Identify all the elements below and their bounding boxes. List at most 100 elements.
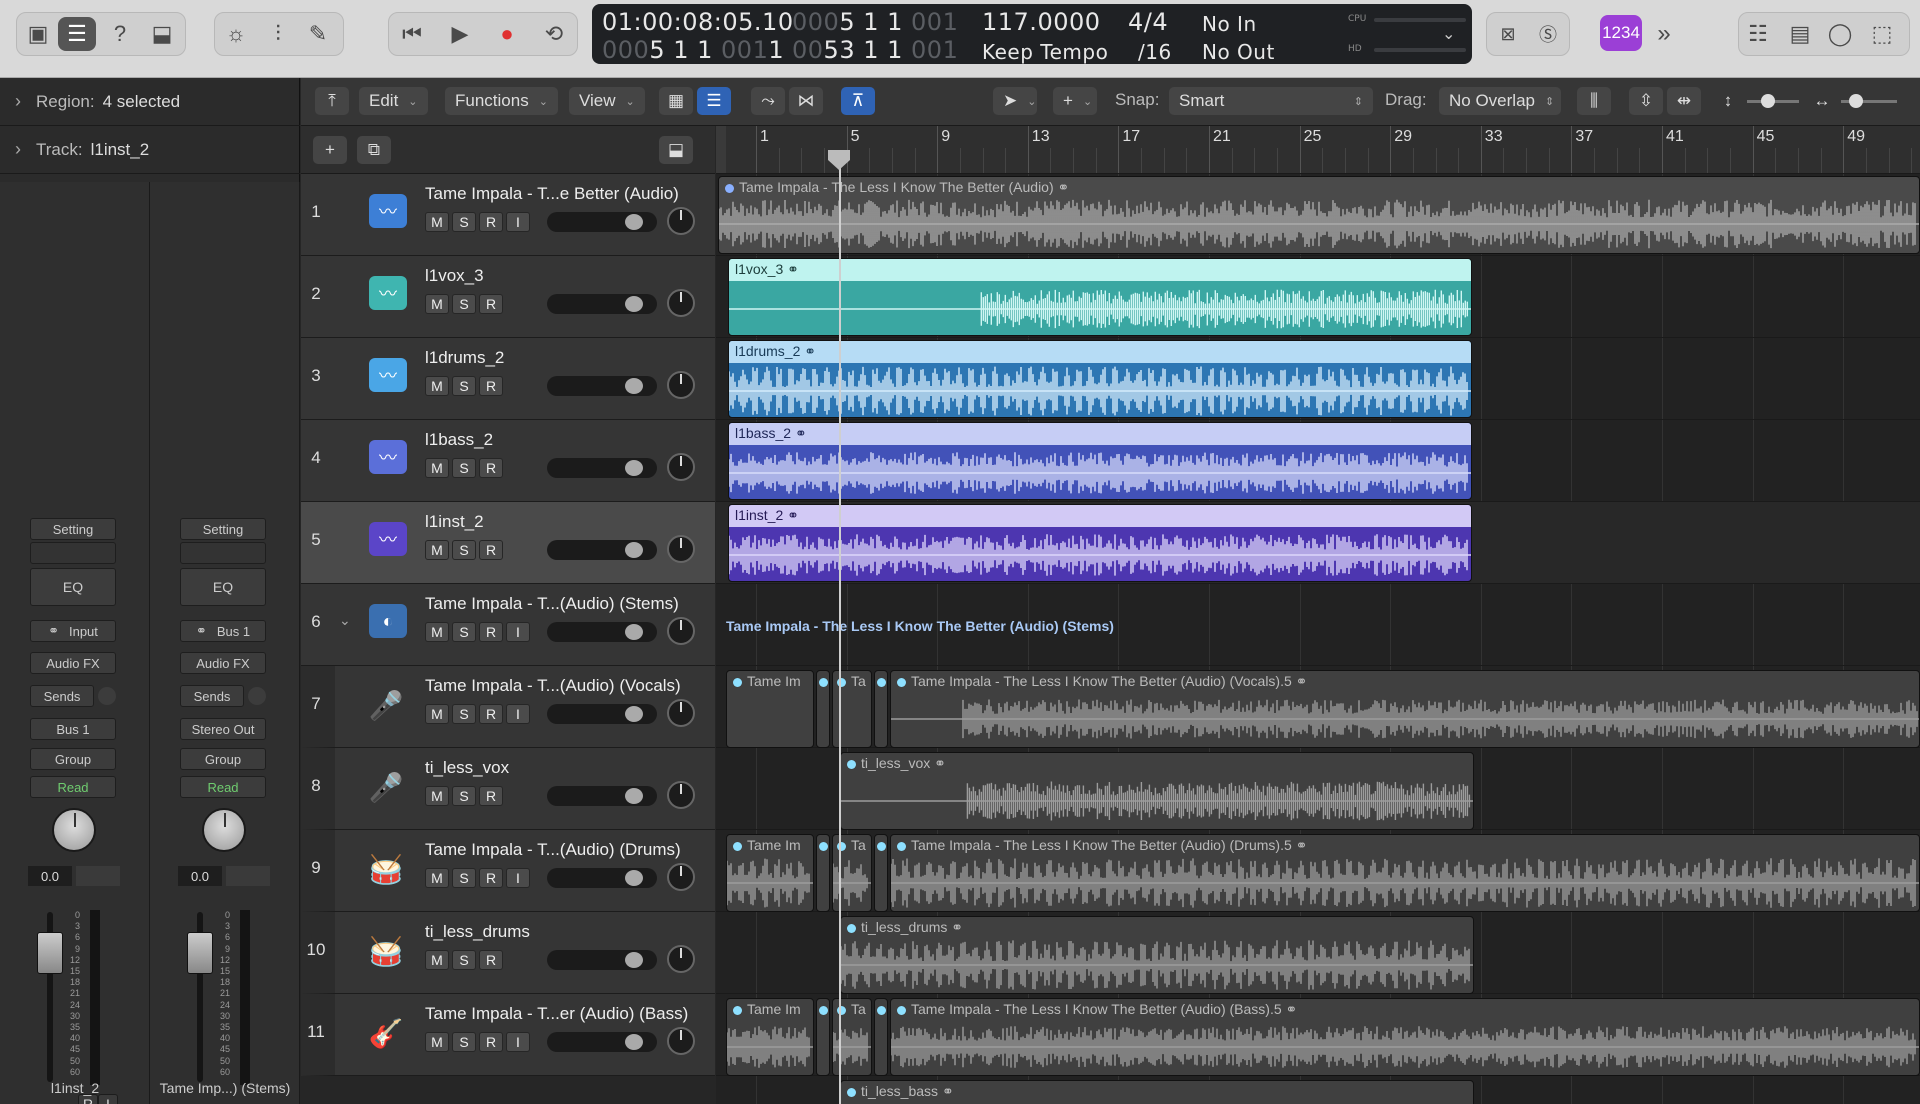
input-slot[interactable]: ⚭ Bus 1: [180, 620, 266, 642]
record-enable-button[interactable]: R: [479, 458, 503, 478]
region-vocals-b[interactable]: Ta: [832, 670, 872, 748]
volume-slider[interactable]: [547, 540, 657, 560]
track-inspector-header[interactable]: › Track: l1inst_2: [0, 126, 300, 174]
loop-browser-icon[interactable]: ◯: [1820, 14, 1860, 54]
fit-vertical-icon[interactable]: ⇳: [1629, 87, 1663, 115]
volume-slider[interactable]: [547, 622, 657, 642]
volume-slider[interactable]: [547, 294, 657, 314]
collapse-icon[interactable]: ⬓: [659, 136, 693, 164]
drag-dropdown[interactable]: No Overlap ⇕: [1439, 87, 1561, 115]
volume-slider[interactable]: [547, 950, 657, 970]
track-header[interactable]: 10 🥁 ti_less_drums M S R: [301, 912, 715, 994]
list-view-icon[interactable]: ☰: [697, 87, 731, 115]
group-slot[interactable]: Group: [30, 748, 116, 770]
track-header[interactable]: 5 〰 l1inst_2 M S R: [301, 502, 715, 584]
solo-button[interactable]: S: [452, 950, 476, 970]
input-monitor-button[interactable]: I: [506, 704, 530, 724]
volume-value[interactable]: 0.0: [28, 866, 72, 886]
track-name[interactable]: ti_less_drums: [425, 922, 715, 942]
region-ti-less-vox[interactable]: ti_less_vox ⚭: [840, 752, 1474, 830]
catch-playhead-icon[interactable]: ⤒: [315, 87, 349, 115]
mute-button[interactable]: M: [425, 376, 449, 396]
solo-button[interactable]: S: [452, 622, 476, 642]
pan-knob[interactable]: [667, 945, 695, 973]
inspector-icon[interactable]: ☰: [58, 17, 96, 51]
input-monitor-button[interactable]: I: [506, 868, 530, 888]
mute-button[interactable]: M: [425, 294, 449, 314]
pan-knob[interactable]: [667, 699, 695, 727]
flex-icon[interactable]: ⋈: [789, 87, 823, 115]
region-drums-small-2[interactable]: [874, 834, 888, 912]
folder-region-label[interactable]: Tame Impala - The Less I Know The Better…: [726, 618, 1114, 634]
track-name[interactable]: l1bass_2: [425, 430, 715, 450]
audio-fx-slot[interactable]: Audio FX: [180, 652, 266, 674]
track-name[interactable]: Tame Impala - T...(Audio) (Vocals): [425, 676, 715, 696]
vertical-zoom-handle[interactable]: [1761, 94, 1775, 108]
solo-button[interactable]: S: [452, 540, 476, 560]
list-editors-icon[interactable]: ☷: [1738, 14, 1778, 54]
track-name[interactable]: Tame Impala - T...(Audio) (Drums): [425, 840, 715, 860]
mute-button[interactable]: M: [425, 704, 449, 724]
volume-fader-handle[interactable]: [187, 932, 213, 974]
mixer-icon[interactable]: ⫶: [258, 14, 298, 54]
rewind-icon[interactable]: ⏮: [392, 14, 432, 54]
pointer-tool[interactable]: ➤ ⌄: [993, 87, 1037, 115]
volume-slider[interactable]: [547, 458, 657, 478]
output-slot[interactable]: Stereo Out: [180, 718, 266, 740]
secondary-tool[interactable]: + ⌄: [1053, 87, 1097, 115]
solo-button[interactable]: S: [452, 212, 476, 232]
volume-slider[interactable]: [547, 704, 657, 724]
play-icon[interactable]: ▶: [440, 14, 480, 54]
send-knob[interactable]: [98, 687, 116, 705]
functions-menu[interactable]: Functions ⌄: [445, 87, 558, 115]
add-track-icon[interactable]: +: [313, 136, 347, 164]
region-bass-small-2[interactable]: [874, 998, 888, 1076]
mute-button[interactable]: M: [425, 1032, 449, 1052]
record-icon[interactable]: ●: [487, 14, 527, 54]
volume-slider[interactable]: [547, 868, 657, 888]
track-name[interactable]: l1inst_2: [425, 512, 715, 532]
eq-button[interactable]: EQ: [180, 568, 266, 606]
pan-knob[interactable]: [667, 289, 695, 317]
input-monitor-button[interactable]: I: [506, 212, 530, 232]
input-setting[interactable]: No In: [1202, 12, 1257, 36]
note-pad-icon[interactable]: ▤: [1780, 14, 1820, 54]
fit-horizontal-icon[interactable]: ⇹: [1667, 87, 1701, 115]
mute-button[interactable]: M: [425, 786, 449, 806]
record-enable-button[interactable]: R: [479, 622, 503, 642]
bar-ruler[interactable]: 1 5 9 13 17 21 25 29 33 37 41 45 49: [716, 126, 1920, 174]
edit-menu[interactable]: Edit ⌄: [359, 87, 428, 115]
pan-knob[interactable]: [52, 808, 96, 852]
pan-knob[interactable]: [667, 535, 695, 563]
mute-button[interactable]: M: [425, 868, 449, 888]
pan-knob[interactable]: [667, 781, 695, 809]
cycle-icon[interactable]: ⟲: [534, 14, 574, 54]
region-ti-less-bass[interactable]: ti_less_bass ⚭: [840, 1080, 1474, 1104]
region-ti-less-drums[interactable]: ti_less_drums ⚭: [840, 916, 1474, 994]
duplicate-track-icon[interactable]: ⧉: [357, 136, 391, 164]
pan-knob[interactable]: [202, 808, 246, 852]
record-enable-button[interactable]: R: [479, 1032, 503, 1052]
region-bass-b[interactable]: Ta: [832, 998, 872, 1076]
track-header[interactable]: 11 🎸 Tame Impala - T...er (Audio) (Bass) M S…: [301, 994, 715, 1076]
playhead[interactable]: [839, 150, 841, 1104]
more-chevron-icon[interactable]: »: [1644, 14, 1684, 54]
library-icon[interactable]: ▣: [18, 14, 58, 54]
record-enable-button[interactable]: R: [479, 376, 503, 396]
volume-fader-handle[interactable]: [37, 932, 63, 974]
pan-knob[interactable]: [667, 1027, 695, 1055]
arrange-area[interactable]: Tame Impala - The Less I Know The Better…: [716, 174, 1920, 1104]
lcd-menu-chevron-icon[interactable]: ⌄: [1442, 24, 1456, 43]
audio-fx-slot[interactable]: Audio FX: [30, 652, 116, 674]
record-enable-button[interactable]: R: [479, 950, 503, 970]
volume-slider[interactable]: [547, 212, 657, 232]
track-name[interactable]: ti_less_vox: [425, 758, 715, 778]
eq-button[interactable]: EQ: [30, 568, 116, 606]
solo-button[interactable]: S: [452, 376, 476, 396]
mute-button[interactable]: M: [425, 540, 449, 560]
snap-dropdown[interactable]: Smart ⇕: [1169, 87, 1373, 115]
volume-slider[interactable]: [547, 376, 657, 396]
volume-slider[interactable]: [547, 786, 657, 806]
track-header[interactable]: 4 〰 l1bass_2 M S R: [301, 420, 715, 502]
track-header[interactable]: 7 🎤 Tame Impala - T...(Audio) (Vocals) M S R I: [301, 666, 715, 748]
